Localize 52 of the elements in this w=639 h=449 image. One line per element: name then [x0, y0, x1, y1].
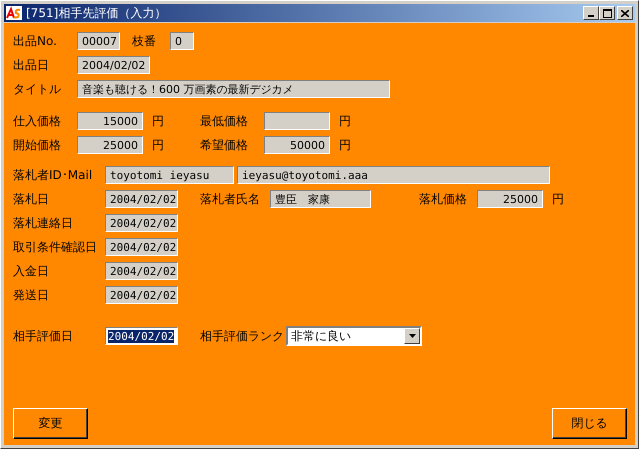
close-icon [621, 10, 629, 16]
text-field[interactable]: 音楽も聴ける！600 万画素の最新デジカメ [77, 80, 390, 98]
window-title: [751]相手先評価（入力） [26, 4, 168, 22]
text-field[interactable]: toyotomi ieyasu [105, 166, 234, 184]
field-label: 入金日 [13, 262, 50, 280]
rank-dropdown[interactable]: 非常に良い [286, 326, 422, 346]
field-label: 相手評価日 [13, 328, 74, 344]
dropdown-arrow-icon [408, 334, 416, 338]
field-label: 落札者ID･Mail [13, 166, 94, 184]
field-label: 希望価格 [200, 136, 249, 154]
currency-unit: 円 [339, 112, 352, 130]
field-label: 発送日 [13, 286, 50, 304]
field-label: 落札連絡日 [13, 214, 74, 232]
currency-unit: 円 [339, 136, 352, 154]
minimize-button[interactable] [583, 6, 599, 20]
text-field[interactable]: 00007 [77, 32, 120, 50]
field-label: 落札者氏名 [200, 190, 261, 208]
currency-unit: 円 [152, 112, 165, 130]
text-field[interactable]: 25000 [77, 136, 143, 154]
text-field[interactable]: 豊臣 家康 [270, 190, 371, 208]
currency-unit: 円 [152, 136, 165, 154]
field-label: タイトル [13, 80, 62, 98]
text-field[interactable]: 25000 [477, 190, 543, 208]
maximize-button[interactable] [599, 6, 615, 20]
close-button[interactable] [617, 6, 633, 20]
text-field[interactable]: 2004/02/02 [105, 190, 178, 208]
field-label: 最低価格 [200, 112, 249, 130]
text-field[interactable]: 15000 [77, 112, 143, 130]
currency-unit: 円 [552, 190, 564, 208]
action-button[interactable]: 変更 [13, 408, 88, 439]
text-field[interactable]: 2004/02/02 [105, 214, 178, 232]
field-label: 出品No. [13, 32, 58, 50]
date-field[interactable]: 2004/02/02 [105, 327, 178, 345]
maximize-icon [602, 8, 612, 18]
field-label: 落札日 [13, 190, 50, 208]
text-field[interactable]: ieyasu@toyotomi.aaa [237, 166, 550, 184]
field-label: 開始価格 [13, 136, 62, 154]
field-label: 取引条件確認日 [13, 238, 98, 256]
field-label: 仕入価格 [13, 112, 62, 130]
text-field[interactable]: 2004/02/02 [105, 238, 178, 256]
field-label: 落札価格 [419, 190, 468, 208]
text-field[interactable]: 2004/02/02 [105, 262, 178, 280]
text-field[interactable] [264, 112, 330, 130]
text-field[interactable]: 2004/02/02 [105, 286, 178, 304]
field-label: 出品日 [13, 56, 50, 74]
field-label: 枝番 [132, 32, 157, 50]
action-button[interactable]: 閉じる [552, 408, 627, 439]
text-field[interactable]: 0 [170, 32, 194, 50]
app-logo-icon [6, 6, 22, 20]
text-field[interactable]: 2004/02/02 [77, 56, 150, 74]
field-label: 相手評価ランク [200, 328, 285, 344]
text-field[interactable]: 50000 [264, 136, 330, 154]
